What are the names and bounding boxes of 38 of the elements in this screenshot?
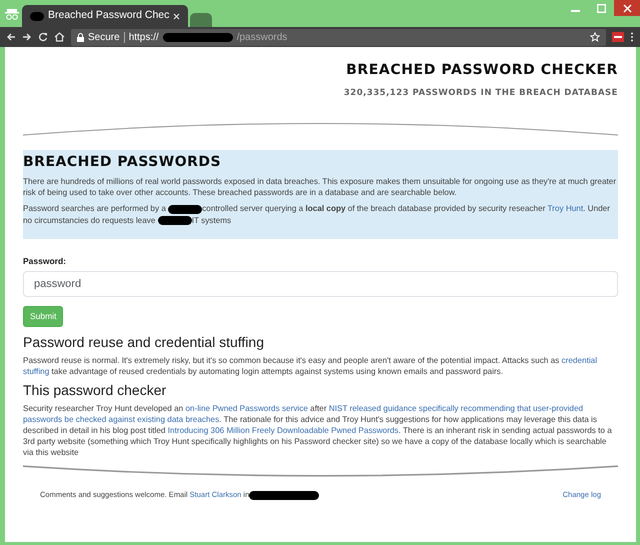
url-text: /passwords bbox=[236, 30, 288, 44]
password-field[interactable]: password bbox=[23, 271, 618, 298]
lock-icon bbox=[77, 32, 84, 42]
text-link[interactable]: Troy Hunt bbox=[547, 204, 584, 214]
paragraph: Password searches are performed by a controlled server querying a local copy of the breach database provided by security reseacher Troy Hunt. Under no circumstancies do requests leave IT systems bbox=[23, 203, 611, 226]
browser-tab[interactable]: Breached Password Chec bbox=[22, 5, 188, 27]
redaction-mark bbox=[162, 32, 233, 42]
section-heading: Password reuse and credential stuffing bbox=[23, 334, 265, 351]
back-icon[interactable] bbox=[6, 32, 16, 42]
text-link[interactable]: stuffing bbox=[23, 366, 50, 376]
address-bar[interactable]: Secure https:// /passwords bbox=[71, 28, 606, 46]
redaction-mark bbox=[168, 204, 202, 214]
paragraph: There are hundreds of millions of real world passwords exposed in data breaches. This exposure makes them unsuitable for ongoing use as they're at much greater risk of being used to take over other accounts. These breached passwords are in a database and are searchable below. bbox=[23, 176, 618, 198]
page-subtitle: 320,335,123 PASSWORDS IN THE BREACH DATABASE bbox=[342, 86, 618, 100]
page-title: BREACHED PASSWORD CHECKER bbox=[345, 62, 618, 79]
reload-icon[interactable] bbox=[38, 32, 48, 42]
url-text: https:// bbox=[128, 30, 159, 44]
paragraph: Security researcher Troy Hunt developed an on-line Pwned Passwords service after NIST released guidance specifically recommending that user-provided passwords be checked against existing data breaches. The rationale for this advice and Troy Hunt's suggestions for how applications may leverage this data is described in detail in his blog post titled Introducing 306 Million Freely Downloadable Pwned Passwords. There is an inherant risk in sending actual passwords to a 3rd party website (something which Troy Hunt specifically highlights on his Password checker site) so we have a copy of the database locally which is searchable via this website bbox=[23, 402, 613, 458]
browser-tab[interactable] bbox=[190, 13, 212, 27]
extension-icon[interactable] bbox=[612, 32, 624, 42]
text-link[interactable]: Introducing 306 Million Freely Downloadable Pwned Passwords bbox=[168, 426, 398, 435]
text-link[interactable]: passwords be checked against existing data breaches bbox=[23, 414, 220, 424]
home-icon[interactable] bbox=[54, 32, 65, 42]
close-icon[interactable] bbox=[173, 12, 180, 20]
security-label: Secure bbox=[88, 30, 120, 44]
incognito-icon bbox=[4, 6, 20, 20]
paragraph: Password reuse is normal. It's extremely risky, but it's so common because it's easy and people aren't aware of the potential impact. Attacks such as credential stuffing take advantage of reused credentials by automating login attempts against systems using known emails and password pairs. bbox=[23, 354, 598, 378]
forward-icon[interactable] bbox=[22, 32, 32, 42]
section-heading: This password checker bbox=[23, 382, 168, 399]
section-heading: BREACHED PASSWORDS bbox=[23, 154, 222, 170]
text-link[interactable]: on-line Pwned Passwords service bbox=[185, 404, 308, 413]
text-link[interactable]: NIST released guidance specifically recommending that user-provided bbox=[328, 404, 584, 413]
redaction-mark bbox=[249, 490, 320, 500]
redaction-mark bbox=[158, 216, 192, 225]
star-icon[interactable] bbox=[590, 32, 600, 42]
text-link[interactable]: credential bbox=[562, 356, 598, 365]
menu-icon[interactable] bbox=[630, 32, 634, 42]
password-label: Password: bbox=[23, 254, 67, 268]
